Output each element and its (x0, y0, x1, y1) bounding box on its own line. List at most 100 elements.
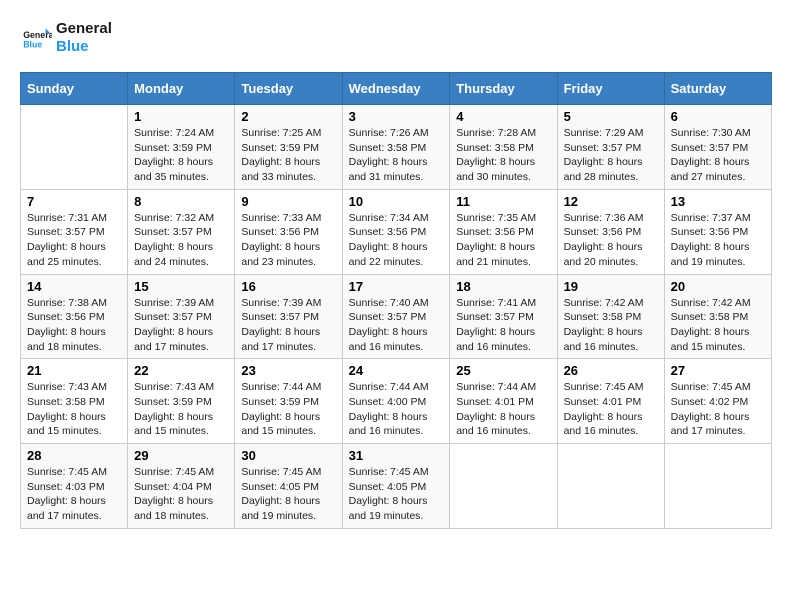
day-info: Sunrise: 7:28 AM Sunset: 3:58 PM Dayligh… (456, 126, 550, 185)
calendar-cell: 30 Sunrise: 7:45 AM Sunset: 4:05 PM Dayli… (235, 444, 342, 529)
calendar-cell: 19 Sunrise: 7:42 AM Sunset: 3:58 PM Dayli… (557, 274, 664, 359)
day-number: 3 (349, 109, 444, 124)
header-row: SundayMondayTuesdayWednesdayThursdayFrid… (21, 73, 772, 105)
day-info: Sunrise: 7:30 AM Sunset: 3:57 PM Dayligh… (671, 126, 765, 185)
logo-icon: General Blue (20, 22, 52, 54)
day-info: Sunrise: 7:43 AM Sunset: 3:58 PM Dayligh… (27, 380, 121, 439)
day-info: Sunrise: 7:44 AM Sunset: 4:01 PM Dayligh… (456, 380, 550, 439)
day-info: Sunrise: 7:35 AM Sunset: 3:56 PM Dayligh… (456, 211, 550, 270)
day-number: 12 (564, 194, 658, 209)
day-info: Sunrise: 7:44 AM Sunset: 3:59 PM Dayligh… (241, 380, 335, 439)
calendar-cell: 10 Sunrise: 7:34 AM Sunset: 3:56 PM Dayli… (342, 189, 450, 274)
day-info: Sunrise: 7:38 AM Sunset: 3:56 PM Dayligh… (27, 296, 121, 355)
day-number: 23 (241, 363, 335, 378)
day-info: Sunrise: 7:36 AM Sunset: 3:56 PM Dayligh… (564, 211, 658, 270)
day-info: Sunrise: 7:45 AM Sunset: 4:01 PM Dayligh… (564, 380, 658, 439)
logo-text-line1: General (56, 20, 112, 38)
calendar-cell: 22 Sunrise: 7:43 AM Sunset: 3:59 PM Dayli… (128, 359, 235, 444)
calendar-body: 1 Sunrise: 7:24 AM Sunset: 3:59 PM Daylig… (21, 105, 772, 529)
svg-text:Blue: Blue (23, 40, 42, 50)
day-number: 29 (134, 448, 228, 463)
calendar-cell: 15Sunrise: 7:39 AM Sunset: 3:57 PM Dayli… (128, 274, 235, 359)
calendar-cell (557, 444, 664, 529)
calendar-cell: 20 Sunrise: 7:42 AM Sunset: 3:58 PM Dayli… (664, 274, 771, 359)
calendar-cell: 26 Sunrise: 7:45 AM Sunset: 4:01 PM Dayli… (557, 359, 664, 444)
day-info: Sunrise: 7:34 AM Sunset: 3:56 PM Dayligh… (349, 211, 444, 270)
calendar-cell: 1 Sunrise: 7:24 AM Sunset: 3:59 PM Daylig… (128, 105, 235, 190)
calendar-cell: 18 Sunrise: 7:41 AM Sunset: 3:57 PM Dayli… (450, 274, 557, 359)
day-number: 25 (456, 363, 550, 378)
day-number: 26 (564, 363, 658, 378)
calendar-cell: 27 Sunrise: 7:45 AM Sunset: 4:02 PM Dayli… (664, 359, 771, 444)
calendar-cell: 14 Sunrise: 7:38 AM Sunset: 3:56 PM Dayli… (21, 274, 128, 359)
day-info: Sunrise: 7:41 AM Sunset: 3:57 PM Dayligh… (456, 296, 550, 355)
day-info: Sunrise: 7:26 AM Sunset: 3:58 PM Dayligh… (349, 126, 444, 185)
calendar-cell (450, 444, 557, 529)
day-info: Sunrise: 7:40 AM Sunset: 3:57 PM Dayligh… (349, 296, 444, 355)
day-number: 15 (134, 279, 228, 294)
calendar-table: SundayMondayTuesdayWednesdayThursdayFrid… (20, 72, 772, 529)
day-info: Sunrise: 7:31 AM Sunset: 3:57 PM Dayligh… (27, 211, 121, 270)
day-number: 21 (27, 363, 121, 378)
calendar-cell: 24Sunrise: 7:44 AM Sunset: 4:00 PM Dayli… (342, 359, 450, 444)
header-day-monday: Monday (128, 73, 235, 105)
day-number: 13 (671, 194, 765, 209)
day-info: Sunrise: 7:45 AM Sunset: 4:02 PM Dayligh… (671, 380, 765, 439)
week-row-1: 1 Sunrise: 7:24 AM Sunset: 3:59 PM Daylig… (21, 105, 772, 190)
day-number: 9 (241, 194, 335, 209)
calendar-cell: 29Sunrise: 7:45 AM Sunset: 4:04 PM Dayli… (128, 444, 235, 529)
day-info: Sunrise: 7:44 AM Sunset: 4:00 PM Dayligh… (349, 380, 444, 439)
calendar-cell: 12 Sunrise: 7:36 AM Sunset: 3:56 PM Dayli… (557, 189, 664, 274)
day-info: Sunrise: 7:33 AM Sunset: 3:56 PM Dayligh… (241, 211, 335, 270)
calendar-cell: 5 Sunrise: 7:29 AM Sunset: 3:57 PM Daylig… (557, 105, 664, 190)
day-number: 7 (27, 194, 121, 209)
header: General Blue General Blue (20, 20, 772, 56)
day-number: 10 (349, 194, 444, 209)
calendar-cell: 16Sunrise: 7:39 AM Sunset: 3:57 PM Dayli… (235, 274, 342, 359)
day-info: Sunrise: 7:39 AM Sunset: 3:57 PM Dayligh… (241, 296, 335, 355)
calendar-cell: 13Sunrise: 7:37 AM Sunset: 3:56 PM Dayli… (664, 189, 771, 274)
header-day-sunday: Sunday (21, 73, 128, 105)
day-info: Sunrise: 7:42 AM Sunset: 3:58 PM Dayligh… (564, 296, 658, 355)
day-number: 14 (27, 279, 121, 294)
day-info: Sunrise: 7:42 AM Sunset: 3:58 PM Dayligh… (671, 296, 765, 355)
day-number: 22 (134, 363, 228, 378)
day-info: Sunrise: 7:45 AM Sunset: 4:05 PM Dayligh… (349, 465, 444, 524)
day-number: 30 (241, 448, 335, 463)
day-number: 20 (671, 279, 765, 294)
calendar-cell: 17Sunrise: 7:40 AM Sunset: 3:57 PM Dayli… (342, 274, 450, 359)
day-number: 6 (671, 109, 765, 124)
calendar-cell (21, 105, 128, 190)
logo: General Blue General Blue (20, 20, 112, 56)
day-info: Sunrise: 7:43 AM Sunset: 3:59 PM Dayligh… (134, 380, 228, 439)
day-number: 1 (134, 109, 228, 124)
day-info: Sunrise: 7:25 AM Sunset: 3:59 PM Dayligh… (241, 126, 335, 185)
header-day-friday: Friday (557, 73, 664, 105)
day-number: 5 (564, 109, 658, 124)
calendar-cell: 6 Sunrise: 7:30 AM Sunset: 3:57 PM Daylig… (664, 105, 771, 190)
calendar-header: SundayMondayTuesdayWednesdayThursdayFrid… (21, 73, 772, 105)
calendar-cell: 7 Sunrise: 7:31 AM Sunset: 3:57 PM Daylig… (21, 189, 128, 274)
week-row-2: 7 Sunrise: 7:31 AM Sunset: 3:57 PM Daylig… (21, 189, 772, 274)
day-number: 11 (456, 194, 550, 209)
day-number: 19 (564, 279, 658, 294)
header-day-wednesday: Wednesday (342, 73, 450, 105)
day-info: Sunrise: 7:24 AM Sunset: 3:59 PM Dayligh… (134, 126, 228, 185)
header-day-tuesday: Tuesday (235, 73, 342, 105)
day-number: 31 (349, 448, 444, 463)
calendar-cell (664, 444, 771, 529)
day-info: Sunrise: 7:45 AM Sunset: 4:05 PM Dayligh… (241, 465, 335, 524)
calendar-cell: 8 Sunrise: 7:32 AM Sunset: 3:57 PM Daylig… (128, 189, 235, 274)
day-number: 8 (134, 194, 228, 209)
week-row-5: 28Sunrise: 7:45 AM Sunset: 4:03 PM Dayli… (21, 444, 772, 529)
calendar-cell: 21 Sunrise: 7:43 AM Sunset: 3:58 PM Dayli… (21, 359, 128, 444)
day-info: Sunrise: 7:45 AM Sunset: 4:03 PM Dayligh… (27, 465, 121, 524)
day-number: 4 (456, 109, 550, 124)
calendar-cell: 4 Sunrise: 7:28 AM Sunset: 3:58 PM Daylig… (450, 105, 557, 190)
day-number: 18 (456, 279, 550, 294)
day-info: Sunrise: 7:29 AM Sunset: 3:57 PM Dayligh… (564, 126, 658, 185)
calendar-cell: 11 Sunrise: 7:35 AM Sunset: 3:56 PM Dayli… (450, 189, 557, 274)
calendar-cell: 31 Sunrise: 7:45 AM Sunset: 4:05 PM Dayli… (342, 444, 450, 529)
day-info: Sunrise: 7:32 AM Sunset: 3:57 PM Dayligh… (134, 211, 228, 270)
day-number: 27 (671, 363, 765, 378)
